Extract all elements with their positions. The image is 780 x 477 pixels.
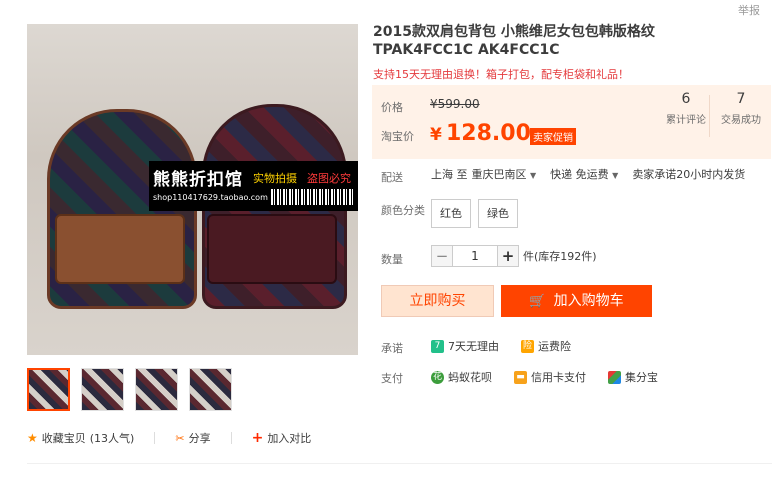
reviews-stat[interactable]: 6 累计评论 <box>661 91 711 126</box>
compare-button[interactable]: + 加入对比 <box>252 430 312 446</box>
guarantee-row: 7 7天无理由 险 运费险 <box>431 338 571 354</box>
chevron-down-icon: ▼ <box>530 171 537 180</box>
thumbnail-4[interactable] <box>189 368 232 411</box>
credit-card-icon: ▬ <box>514 370 527 384</box>
guarantee-item-1[interactable]: 7天无理由 <box>448 338 499 354</box>
shipping-insurance-icon: 险 <box>521 339 534 353</box>
sales-label: 交易成功 <box>721 115 761 126</box>
quantity-stepper: − 1 + 件(库存192件) <box>431 245 597 267</box>
payment-item-1[interactable]: 蚂蚁花呗 <box>448 369 492 385</box>
payment-label: 支付 <box>381 372 403 385</box>
share-icon: ✂ <box>175 431 185 445</box>
price-panel: 价格 ¥599.00 淘宝价 ¥ 128.00 卖家促销 6 累计评论 7 交易… <box>372 85 771 159</box>
taobao-price-label: 淘宝价 <box>381 130 414 143</box>
share-bar: ★ 收藏宝贝 (13人气) ✂ 分享 + 加入对比 <box>27 430 311 446</box>
guarantee-label: 承诺 <box>381 342 403 355</box>
share-label: 分享 <box>188 432 211 445</box>
payment-item-2[interactable]: 信用卡支付 <box>531 369 586 385</box>
sales-count: 7 <box>736 91 746 107</box>
reviews-count: 6 <box>681 91 691 107</box>
promo-badge[interactable]: 卖家促销 <box>530 128 576 145</box>
report-link[interactable]: 举报 <box>738 2 760 18</box>
thumbnail-strip <box>27 368 232 411</box>
watermark-url: shop110417629.taobao.com <box>153 193 268 202</box>
price-label: 价格 <box>381 101 403 114</box>
product-subtitle: 支持15天无理由退换！箱子打包，配专柜袋和礼品！ <box>373 68 629 81</box>
stat-divider <box>709 95 710 137</box>
payment-item-3[interactable]: 集分宝 <box>625 369 658 385</box>
compare-label: 加入对比 <box>267 432 312 445</box>
color-option-red[interactable]: 红色 <box>431 199 471 228</box>
color-label: 颜色分类 <box>381 204 425 217</box>
buy-now-button[interactable]: 立即购买 <box>381 285 494 317</box>
ship-from: 上海 至 <box>431 168 468 181</box>
ship-method: 快递 免运费 <box>550 168 609 181</box>
currency-symbol: ¥ <box>430 125 442 145</box>
ship-to: 重庆巴南区 <box>471 168 527 181</box>
huabei-icon: 花 <box>431 370 444 384</box>
sales-stat: 7 交易成功 <box>716 91 766 126</box>
ship-method-selector[interactable]: 快递 免运费 ▼ <box>550 166 628 182</box>
barcode-icon <box>271 189 353 205</box>
color-options: 红色 绿色 <box>431 199 518 228</box>
add-to-cart-button[interactable]: 🛒 加入购物车 <box>501 285 652 317</box>
add-to-cart-label: 加入购物车 <box>553 293 624 309</box>
quantity-plus-button[interactable]: + <box>497 245 519 267</box>
star-icon: ★ <box>27 431 38 445</box>
chevron-down-icon: ▼ <box>612 171 619 180</box>
watermark-tag-copy: 盗图必究 <box>307 172 351 185</box>
bag-right-pocket <box>207 214 337 284</box>
seven-day-return-icon: 7 <box>431 339 444 353</box>
quantity-label: 数量 <box>381 253 403 266</box>
watermark-title: 熊熊折扣馆 <box>153 170 243 190</box>
thumbnail-2[interactable] <box>81 368 124 411</box>
cart-icon: 🛒 <box>529 294 546 309</box>
product-title: 2015款双肩包背包 小熊维尼女包包韩版格纹TPAK4FCC1C AK4FCC1… <box>373 24 655 58</box>
jifenbao-icon <box>608 370 621 384</box>
ship-promise: 卖家承诺20小时内发货 <box>632 168 746 181</box>
shipping-label: 配送 <box>381 171 403 184</box>
plus-icon: + <box>251 430 264 446</box>
stock-text: 件(库存192件) <box>523 250 597 263</box>
bottom-divider <box>27 463 772 464</box>
favorite-label: 收藏宝贝 <box>41 432 86 445</box>
main-product-image[interactable]: 熊熊折扣馆 实物拍摄 盗图必究 shop110417629.taobao.com <box>27 24 358 355</box>
color-option-green[interactable]: 绿色 <box>478 199 518 228</box>
ship-to-selector[interactable]: 重庆巴南区 ▼ <box>472 166 547 182</box>
bag-left-pocket <box>55 214 185 284</box>
shipping-row: 上海 至 重庆巴南区 ▼ 快递 免运费 ▼ 卖家承诺20小时内发货 <box>431 166 745 182</box>
reviews-label: 累计评论 <box>666 115 706 126</box>
original-price: ¥599.00 <box>430 97 480 111</box>
watermark-tag-real: 实物拍摄 <box>253 172 297 185</box>
share-button[interactable]: ✂ 分享 <box>175 430 210 446</box>
payment-row: 花 蚂蚁花呗 ▬ 信用卡支付 集分宝 <box>431 369 658 385</box>
divider <box>230 432 232 444</box>
quantity-input[interactable]: 1 <box>453 245 497 267</box>
current-price: 128.00 <box>446 121 531 146</box>
guarantee-item-2[interactable]: 运费险 <box>538 338 571 354</box>
watermark: 熊熊折扣馆 实物拍摄 盗图必究 shop110417629.taobao.com <box>149 161 358 211</box>
favorite-button[interactable]: ★ 收藏宝贝 (13人气) <box>27 430 134 446</box>
divider <box>154 432 156 444</box>
favorite-count: (13人气) <box>89 432 135 445</box>
thumbnail-3[interactable] <box>135 368 178 411</box>
thumbnail-1[interactable] <box>27 368 70 411</box>
quantity-minus-button[interactable]: − <box>431 245 453 267</box>
